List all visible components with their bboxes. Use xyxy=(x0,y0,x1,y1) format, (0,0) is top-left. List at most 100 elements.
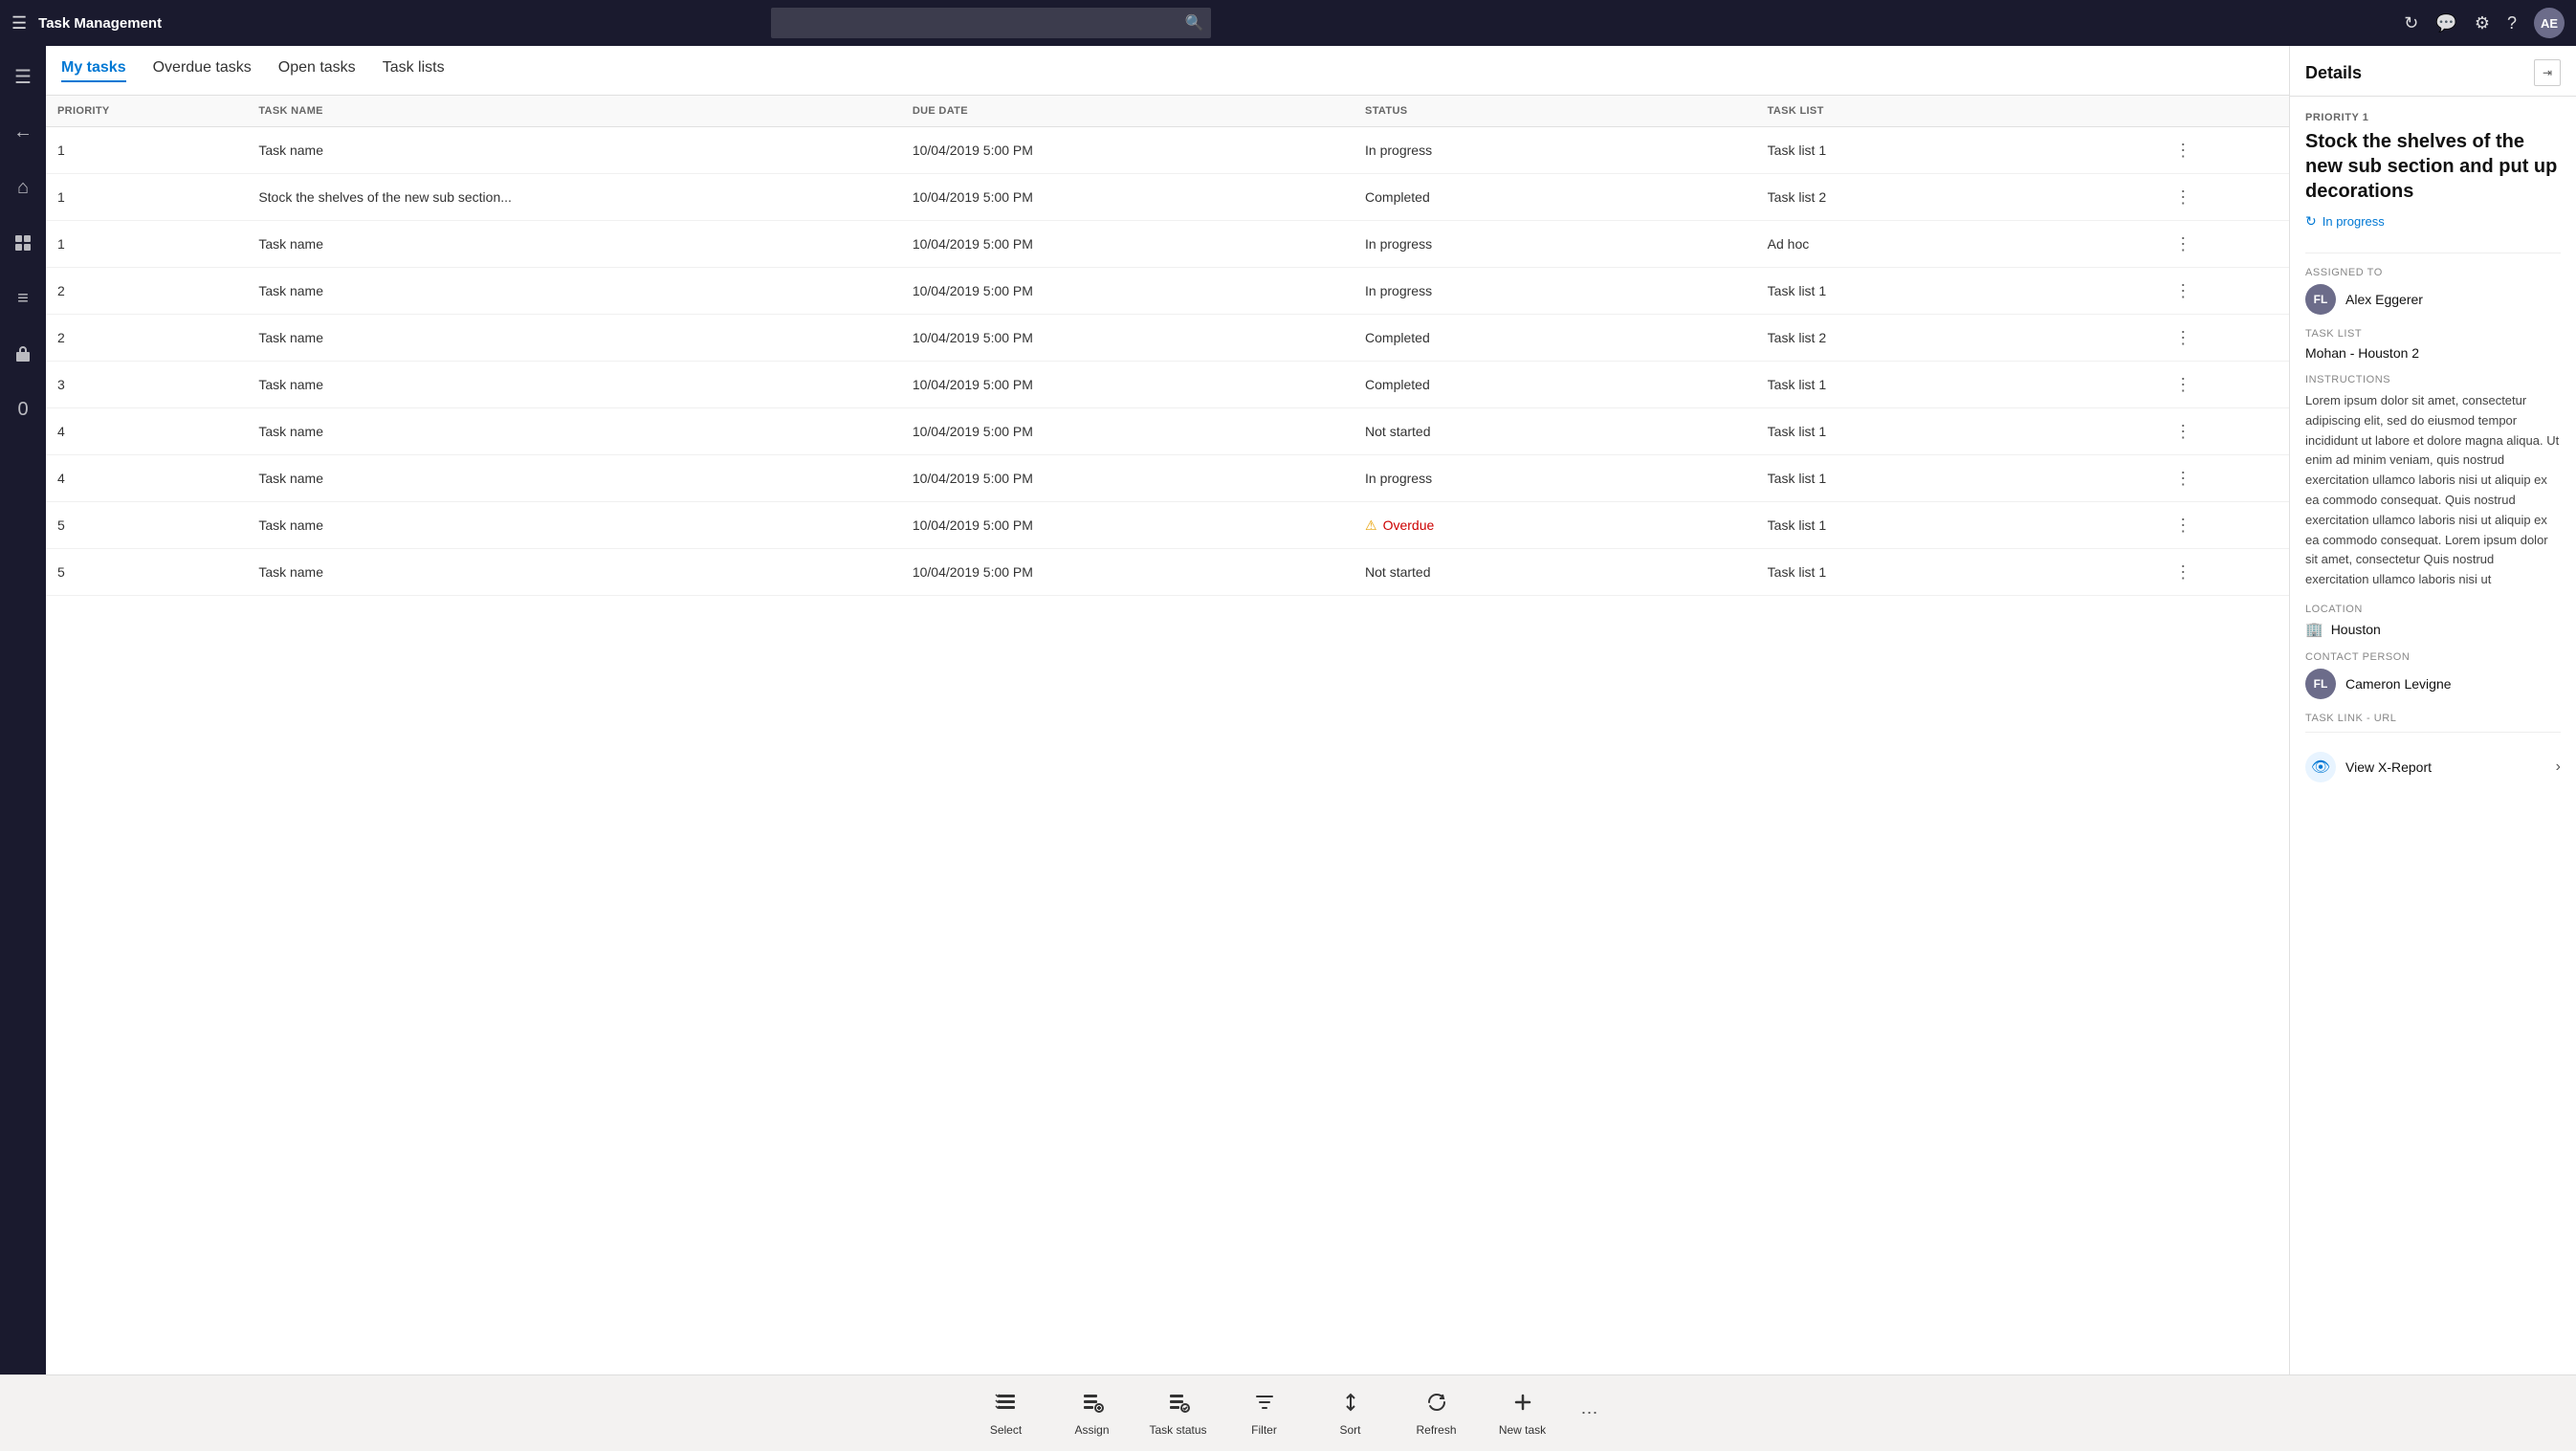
row-menu-button[interactable]: ⋮ xyxy=(2169,231,2196,257)
task-table-wrap: PRIORITY TASK NAME DUE DATE STATUS TASK … xyxy=(46,96,2289,1374)
row-menu-button[interactable]: ⋮ xyxy=(2169,371,2196,398)
table-row[interactable]: 3Task name10/04/2019 5:00 PMCompletedTas… xyxy=(46,362,2289,408)
row-menu-button[interactable]: ⋮ xyxy=(2169,184,2196,210)
cell-task-list: Task list 1 xyxy=(1756,362,2159,408)
contact-avatar: FL xyxy=(2305,669,2336,699)
tab-bar: My tasks Overdue tasks Open tasks Task l… xyxy=(46,46,2289,96)
table-row[interactable]: 1Task name10/04/2019 5:00 PMIn progressT… xyxy=(46,127,2289,174)
cell-row-menu: ⋮ xyxy=(2158,221,2289,268)
details-body: PRIORITY 1 Stock the shelves of the new … xyxy=(2290,97,2576,1374)
new-task-icon xyxy=(1511,1391,1534,1419)
chat-icon[interactable]: 💬 xyxy=(2435,13,2456,33)
tab-my-tasks[interactable]: My tasks xyxy=(61,59,126,82)
cell-row-menu: ⋮ xyxy=(2158,174,2289,221)
task-table: PRIORITY TASK NAME DUE DATE STATUS TASK … xyxy=(46,96,2289,596)
cell-name: Task name xyxy=(247,549,901,596)
details-collapse-button[interactable]: ⇥ xyxy=(2534,59,2561,86)
tab-overdue-tasks[interactable]: Overdue tasks xyxy=(153,59,252,82)
details-assignee: FL Alex Eggerer xyxy=(2305,284,2561,315)
search-input[interactable] xyxy=(771,8,1211,38)
cell-status: Completed xyxy=(1354,362,1756,408)
table-row[interactable]: 4Task name10/04/2019 5:00 PMIn progressT… xyxy=(46,455,2289,502)
sidebar-icon-list[interactable]: ≡ xyxy=(4,279,42,318)
table-row[interactable]: 1Stock the shelves of the new sub sectio… xyxy=(46,174,2289,221)
help-icon[interactable]: ? xyxy=(2507,13,2517,33)
in-progress-icon: ↻ xyxy=(2305,213,2317,230)
table-row[interactable]: 1Task name10/04/2019 5:00 PMIn progressA… xyxy=(46,221,2289,268)
cell-priority: 2 xyxy=(46,315,247,362)
cell-priority: 1 xyxy=(46,127,247,174)
details-priority-label: PRIORITY 1 xyxy=(2305,112,2561,123)
toolbar-new-task[interactable]: New task xyxy=(1480,1380,1566,1447)
row-menu-button[interactable]: ⋮ xyxy=(2169,324,2196,351)
cell-priority: 5 xyxy=(46,502,247,549)
chevron-right-icon: › xyxy=(2556,758,2561,776)
table-row[interactable]: 2Task name10/04/2019 5:00 PMCompletedTas… xyxy=(46,315,2289,362)
details-status-badge: ↻ In progress xyxy=(2305,213,2385,230)
cell-row-menu: ⋮ xyxy=(2158,127,2289,174)
row-menu-button[interactable]: ⋮ xyxy=(2169,137,2196,164)
overdue-status: Overdue xyxy=(1365,517,1745,534)
settings-icon[interactable]: ⚙ xyxy=(2475,13,2490,33)
toolbar-filter[interactable]: Filter xyxy=(1222,1380,1308,1447)
tab-task-lists[interactable]: Task lists xyxy=(383,59,445,82)
sidebar-icon-collapse[interactable]: ☰ xyxy=(4,57,42,96)
avatar[interactable]: AE xyxy=(2534,8,2565,38)
col-header-status: STATUS xyxy=(1354,96,1756,127)
tab-open-tasks[interactable]: Open tasks xyxy=(278,59,356,82)
table-row[interactable]: 4Task name10/04/2019 5:00 PMNot startedT… xyxy=(46,408,2289,455)
assign-label: Assign xyxy=(1074,1423,1109,1437)
toolbar-more-button[interactable]: ⋯ xyxy=(1566,1380,1614,1447)
cell-name: Stock the shelves of the new sub section… xyxy=(247,174,901,221)
table-row[interactable]: 2Task name10/04/2019 5:00 PMIn progressT… xyxy=(46,268,2289,315)
details-contact-person: FL Cameron Levigne xyxy=(2305,669,2561,699)
bottom-toolbar: Select Assign Task status xyxy=(0,1374,2576,1451)
toolbar-task-status[interactable]: Task status xyxy=(1135,1380,1222,1447)
sidebar-icon-notifications[interactable]: 0 xyxy=(4,390,42,429)
cell-status: In progress xyxy=(1354,268,1756,315)
sort-label: Sort xyxy=(1339,1423,1360,1437)
details-header: Details ⇥ xyxy=(2290,46,2576,97)
cell-row-menu: ⋮ xyxy=(2158,315,2289,362)
cell-priority: 2 xyxy=(46,268,247,315)
sidebar-icon-grid[interactable] xyxy=(4,224,42,262)
details-location: 🏢 Houston xyxy=(2305,621,2561,638)
row-menu-button[interactable]: ⋮ xyxy=(2169,418,2196,445)
cell-name: Task name xyxy=(247,455,901,502)
cell-name: Task name xyxy=(247,221,901,268)
row-menu-button[interactable]: ⋮ xyxy=(2169,465,2196,492)
refresh-icon[interactable]: ↻ xyxy=(2404,13,2418,33)
content-panel: My tasks Overdue tasks Open tasks Task l… xyxy=(46,46,2289,1374)
table-row[interactable]: 5Task name10/04/2019 5:00 PMOverdueTask … xyxy=(46,502,2289,549)
cell-task-list: Ad hoc xyxy=(1756,221,2159,268)
search-bar: 🔍 xyxy=(771,8,1211,38)
select-icon xyxy=(995,1391,1018,1419)
row-menu-button[interactable]: ⋮ xyxy=(2169,512,2196,539)
cell-task-list: Task list 1 xyxy=(1756,127,2159,174)
assign-icon xyxy=(1081,1391,1104,1419)
sidebar-icon-bag[interactable] xyxy=(4,335,42,373)
sidebar-icon-home[interactable]: ⌂ xyxy=(4,168,42,207)
view-xreport-button[interactable]: 👁 View X-Report › xyxy=(2305,740,2561,786)
col-header-name: TASK NAME xyxy=(247,96,901,127)
details-task-list-label: Task list xyxy=(2305,328,2561,340)
cell-priority: 3 xyxy=(46,362,247,408)
row-menu-button[interactable]: ⋮ xyxy=(2169,277,2196,304)
cell-priority: 4 xyxy=(46,408,247,455)
filter-label: Filter xyxy=(1251,1423,1277,1437)
table-row[interactable]: 5Task name10/04/2019 5:00 PMNot startedT… xyxy=(46,549,2289,596)
cell-due-date: 10/04/2019 5:00 PM xyxy=(901,174,1354,221)
sort-icon xyxy=(1339,1391,1362,1419)
cell-name: Task name xyxy=(247,315,901,362)
toolbar-select[interactable]: Select xyxy=(963,1380,1049,1447)
sidebar-icon-back[interactable]: ← xyxy=(4,113,42,151)
hamburger-icon[interactable]: ☰ xyxy=(11,13,27,33)
details-instructions-label: Instructions xyxy=(2305,374,2561,385)
toolbar-sort[interactable]: Sort xyxy=(1308,1380,1394,1447)
view-xreport-label: View X-Report xyxy=(2345,759,2432,775)
col-header-priority: PRIORITY xyxy=(46,96,247,127)
toolbar-refresh[interactable]: Refresh xyxy=(1394,1380,1480,1447)
toolbar-assign[interactable]: Assign xyxy=(1049,1380,1135,1447)
cell-due-date: 10/04/2019 5:00 PM xyxy=(901,549,1354,596)
row-menu-button[interactable]: ⋮ xyxy=(2169,559,2196,585)
